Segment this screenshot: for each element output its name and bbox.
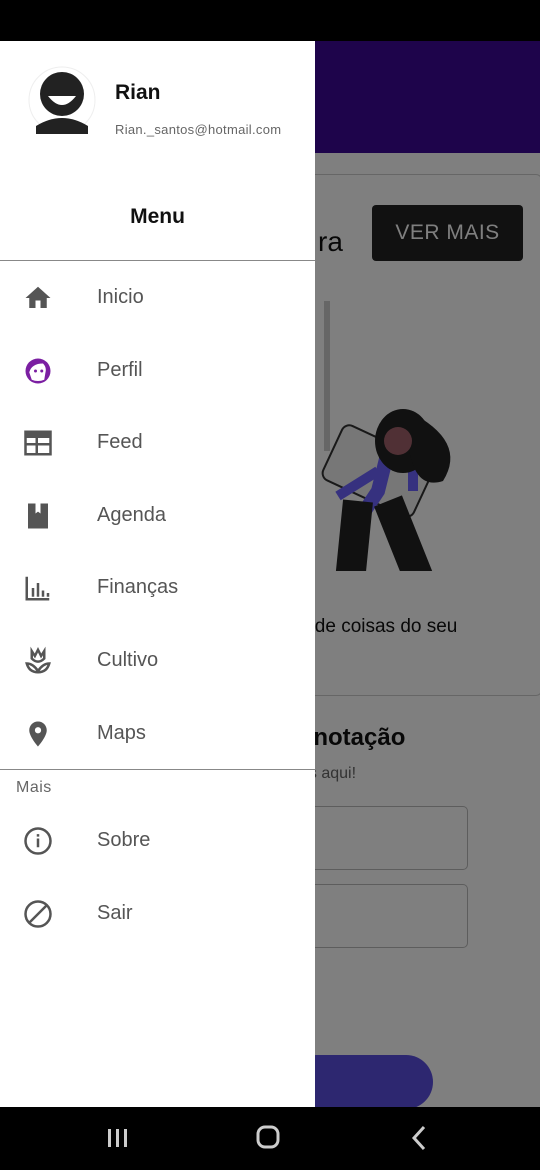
flower-icon	[25, 646, 51, 674]
menu-item-financas[interactable]: Finanças	[0, 555, 315, 619]
menu-item-label: Agenda	[97, 503, 166, 526]
block-icon	[24, 900, 52, 928]
location-pin-icon	[29, 721, 47, 747]
menu-item-inicio[interactable]: Inicio	[0, 265, 315, 329]
menu-item-label: Cultivo	[97, 648, 159, 671]
menu-item-label: Finanças	[97, 575, 179, 598]
menu-item-sobre[interactable]: Sobre	[0, 808, 315, 872]
navigation-drawer: Rian Rian._santos@hotmail.com Menu Inici…	[0, 41, 315, 1107]
menu-title: Menu	[130, 205, 185, 228]
menu-item-cultivo[interactable]: Cultivo	[0, 628, 315, 692]
menu-item-agenda[interactable]: Agenda	[0, 483, 315, 547]
home-button-icon[interactable]	[248, 1121, 288, 1155]
menu-item-sair[interactable]: Sair	[0, 881, 315, 945]
user-email: Rian._santos@hotmail.com	[115, 122, 282, 137]
home-icon	[25, 286, 51, 308]
menu-item-label: Perfil	[97, 358, 143, 381]
system-nav-bar	[0, 1107, 540, 1170]
menu-item-label: Feed	[97, 430, 143, 453]
menu-item-perfil[interactable]: Perfil	[0, 338, 315, 402]
book-icon	[28, 503, 48, 529]
menu-item-maps[interactable]: Maps	[0, 701, 315, 765]
user-name: Rian	[115, 81, 161, 104]
info-icon	[24, 827, 52, 855]
menu-item-label: Inicio	[97, 285, 144, 308]
recent-apps-icon[interactable]	[98, 1121, 138, 1155]
menu-item-feed[interactable]: Feed	[0, 410, 315, 474]
face-icon	[25, 358, 51, 384]
divider	[0, 260, 315, 261]
app-screen: ra VER MAIS s de coisas do seu anotação …	[0, 41, 540, 1107]
back-icon[interactable]	[400, 1121, 440, 1155]
menu-item-label: Sair	[97, 901, 133, 924]
menu-item-label: Maps	[97, 721, 146, 744]
avatar	[28, 66, 96, 134]
divider	[0, 769, 315, 770]
menu-item-label: Sobre	[97, 828, 151, 851]
status-bar	[0, 0, 540, 41]
chart-icon	[25, 576, 50, 601]
feed-icon	[24, 430, 52, 456]
section-label-mais: Mais	[16, 779, 52, 796]
